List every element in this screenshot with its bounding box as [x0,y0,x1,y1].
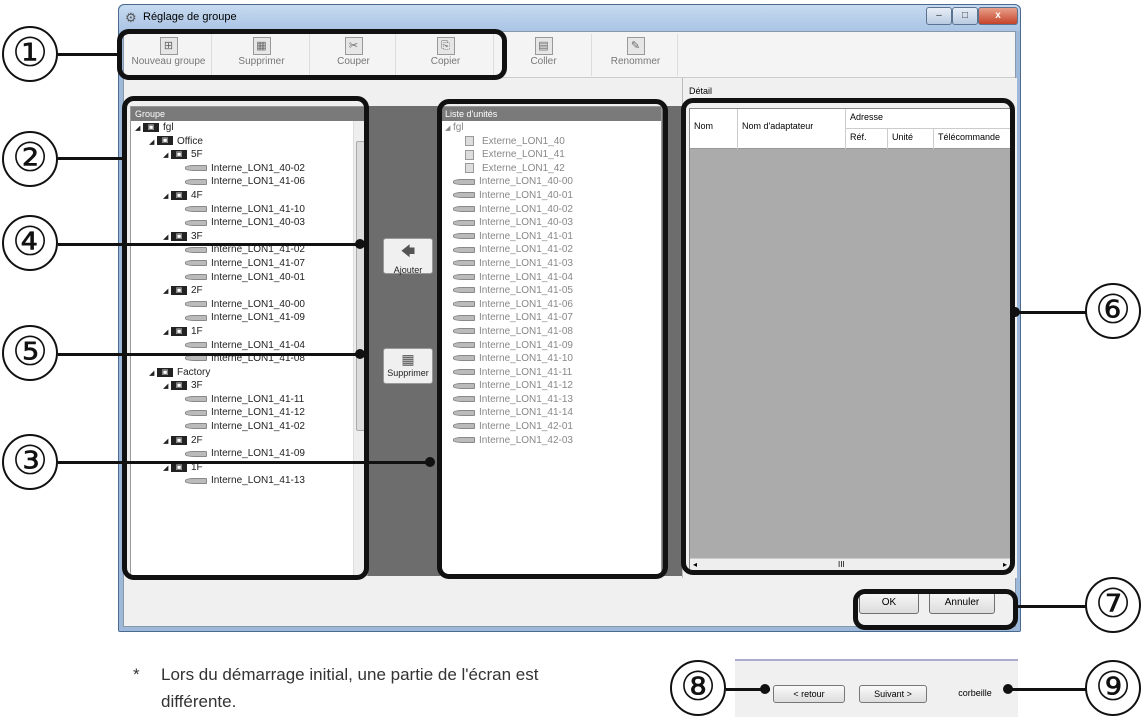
minimize-button[interactable]: – [926,7,952,25]
callout-1: ① [2,26,58,82]
callout-frame-3 [437,99,668,579]
app-icon: ⚙ [125,10,137,25]
title-bar: ⚙ Réglage de groupe – □ x [119,5,1020,31]
add-label: Ajouter [393,265,423,275]
leader-1 [58,53,118,56]
middle-area [368,106,440,576]
callout-4: ④ [2,215,58,271]
leader-5-dot [355,349,365,359]
footnote-star: * [133,665,140,684]
callout-3: ③ [2,434,58,490]
next-button[interactable]: Suivant > [859,685,927,703]
remove-icon: ▦ [401,351,415,367]
footnote: * Lors du démarrage initial, une partie … [133,661,603,715]
close-button[interactable]: x [978,7,1018,25]
arrow-left-icon: 🡄 [400,243,416,259]
add-button[interactable]: 🡄 Ajouter [383,238,433,275]
leader-9-dot [1003,684,1013,694]
maximize-button[interactable]: □ [952,7,978,25]
paste-label: Coller [530,56,557,67]
callout-frame-2 [122,96,369,580]
trash-button[interactable]: corbeille [945,685,1005,703]
callout-6: ⑥ [1085,283,1141,339]
remove-button[interactable]: ▦ Supprimer [383,348,433,384]
detail-label: Détail [689,86,713,96]
back-button[interactable]: < retour [773,685,845,703]
leader-3-dot [425,457,435,467]
footnote-text: Lors du démarrage initial, une partie de… [161,665,539,711]
wizard-strip: < retour Suivant > corbeille [735,659,1018,717]
rename-icon: ✎ [626,37,645,55]
rename-button[interactable]: ✎ Renommer [594,34,678,76]
callout-frame-1 [117,29,507,80]
paste-icon: ▤ [534,37,553,55]
leader-4-dot [355,239,365,249]
leader-2 [58,157,122,160]
leader-6 [1018,311,1086,314]
callout-frame-6 [681,98,1015,575]
callout-7: ⑦ [1085,577,1141,633]
callout-5: ⑤ [2,325,58,381]
callout-2: ② [2,131,58,187]
leader-3 [58,461,432,464]
leader-8-dot [760,684,770,694]
leader-4 [58,243,360,246]
rename-label: Renommer [610,56,661,67]
leader-5 [58,353,360,356]
remove-label: Supprimer [387,368,429,378]
callout-8: ⑧ [670,660,726,716]
callout-9: ⑨ [1085,660,1141,716]
callout-frame-7 [853,589,1018,630]
leader-9 [1010,688,1086,691]
paste-button[interactable]: ▤ Coller [496,34,592,76]
leader-6-dot [1010,307,1020,317]
window-title: Réglage de groupe [143,11,237,23]
leader-7 [1018,605,1086,608]
